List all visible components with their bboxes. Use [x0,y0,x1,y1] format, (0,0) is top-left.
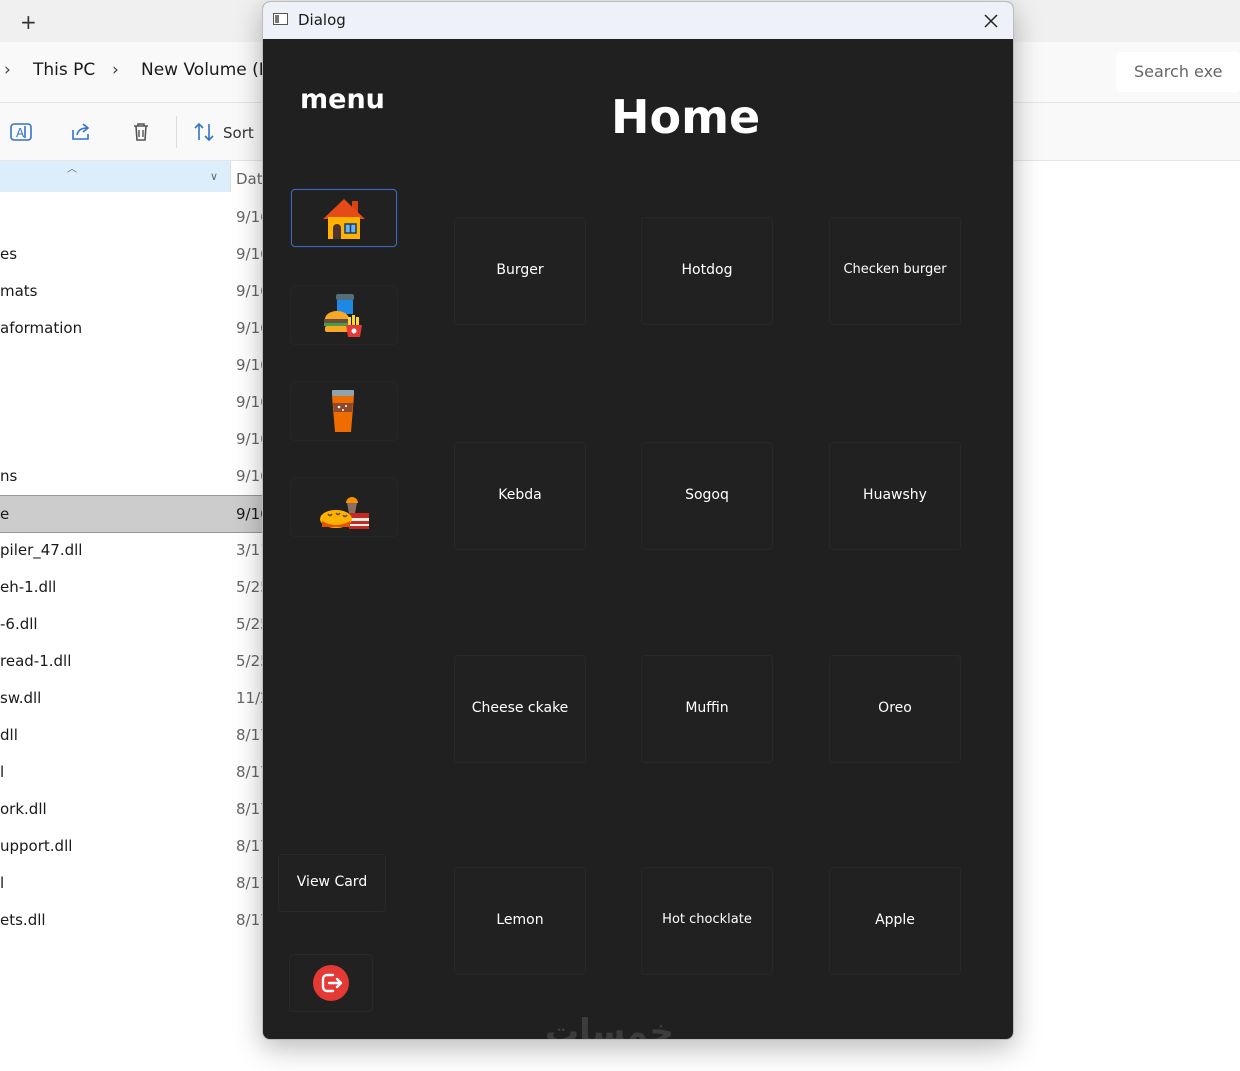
chevron-right-icon: › [112,60,119,80]
file-name: -6.dll [0,615,38,633]
food-item-button[interactable]: Muffin [642,656,772,762]
close-icon[interactable] [975,8,1007,34]
rename-icon[interactable]: A [9,120,33,144]
file-row[interactable]: l 8/17 [0,865,270,901]
file-row[interactable]: upport.dll 8/17 [0,828,270,864]
breadcrumb-this-pc[interactable]: This PC [33,60,95,80]
file-row[interactable]: ns 9/16 [0,458,270,494]
sidebar-desserts-button[interactable] [291,478,397,536]
food-item-button[interactable]: Huawshy [830,443,960,549]
file-name: es [0,245,18,263]
file-name: ns [0,467,18,485]
food-item-button[interactable]: Cheese ckake [455,656,585,762]
name-column-header[interactable] [0,161,230,192]
menu-heading: menu [300,84,385,115]
sidebar-food-button[interactable] [291,286,397,344]
breadcrumb-new-volume[interactable]: New Volume (D [141,60,272,80]
view-card-label: View Card [296,874,368,890]
food-item-button[interactable]: Hotdog [642,218,772,324]
page-title: Home [611,90,761,144]
food-item-button[interactable]: Hot chocklate [642,868,772,974]
date-column-header[interactable]: Dat [236,170,263,188]
file-row[interactable]: e 9/16 [0,495,270,533]
food-item-label: Cheese ckake [471,700,569,716]
food-item-label: Kebda [498,487,542,503]
file-name: dll [0,726,18,744]
food-item-label: Burger [496,262,544,278]
logout-button[interactable] [290,955,372,1011]
file-name: ork.dll [0,800,47,818]
view-card-button[interactable]: View Card [279,855,385,911]
food-item-button[interactable]: Burger [455,218,585,324]
delete-icon[interactable] [129,120,153,144]
file-row[interactable]: eh-1.dll 5/25 [0,569,270,605]
food-item-button[interactable]: Checken burger [830,218,960,324]
file-row[interactable]: l 8/17 [0,754,270,790]
file-name: read-1.dll [0,652,72,670]
file-row[interactable]: 9/16 [0,347,270,383]
dialog-window: Dialog menu Home Burger Hotdog Checken b… [262,1,1014,1040]
dialog-title-bar[interactable]: Dialog [263,2,1013,39]
file-row[interactable]: sw.dll 11/2 [0,680,270,716]
home-icon [323,199,365,239]
dialog-title: Dialog [298,11,346,29]
file-row[interactable]: 9/16 [0,421,270,457]
fast-food-icon [324,294,362,337]
search-box[interactable]: Search exe [1116,52,1240,92]
file-name: eh-1.dll [0,578,57,596]
food-item-label: Oreo [878,700,912,716]
file-name: piler_47.dll [0,541,83,559]
search-placeholder: Search exe [1134,62,1223,81]
chevron-right-icon: › [4,60,11,80]
file-name: upport.dll [0,837,73,855]
food-item-label: Hot chocklate [662,912,752,927]
file-row[interactable]: es 9/16 [0,236,270,272]
sort-button[interactable]: Sort [223,124,254,142]
window-icon [273,13,288,25]
file-row[interactable]: aformation 9/16 [0,310,270,346]
drink-icon [332,390,354,432]
file-row[interactable]: dll 8/17 [0,717,270,753]
food-item-button[interactable]: Kebda [455,443,585,549]
food-item-label: Sogoq [685,487,729,503]
food-item-label: Checken burger [843,262,947,277]
file-row[interactable]: read-1.dll 5/25 [0,643,270,679]
file-row[interactable]: ork.dll 8/17 [0,791,270,827]
file-name: sw.dll [0,689,42,707]
food-item-label: Lemon [496,912,544,928]
file-name: e [0,505,10,523]
file-row[interactable]: -6.dll 5/25 [0,606,270,642]
file-name: mats [0,282,38,300]
file-name: l [0,874,5,892]
file-row[interactable]: ets.dll 8/17 [0,902,270,938]
watermark: خمسات [545,1012,674,1040]
file-row[interactable]: piler_47.dll 3/11 [0,532,270,568]
file-row[interactable]: mats 9/16 [0,273,270,309]
dessert-icon [320,497,369,529]
food-item-button[interactable]: Lemon [455,868,585,974]
file-row[interactable]: 9/16 [0,384,270,420]
food-item-button[interactable]: Oreo [830,656,960,762]
food-item-label: Apple [875,912,915,928]
column-divider[interactable] [230,161,231,192]
file-name: aformation [0,319,83,337]
sort-ascending-icon: ︿ [67,164,77,175]
sort-icon[interactable] [192,120,216,144]
file-row[interactable]: 9/16 [0,199,270,235]
logout-icon [313,965,349,1001]
toolbar-divider [176,116,177,148]
chevron-down-icon[interactable]: ∨ [210,170,218,183]
share-icon[interactable] [69,120,93,144]
new-tab-button[interactable]: + [20,10,37,34]
food-item-label: Huawshy [863,487,927,503]
food-item-button[interactable]: Apple [830,868,960,974]
file-name: l [0,763,5,781]
food-item-label: Muffin [685,700,729,716]
food-item-label: Hotdog [681,262,733,278]
svg-text:A: A [16,126,25,140]
food-item-button[interactable]: Sogoq [642,443,772,549]
file-name: ets.dll [0,911,46,929]
sidebar-home-button[interactable] [291,189,397,247]
sidebar-drinks-button[interactable] [291,382,397,440]
